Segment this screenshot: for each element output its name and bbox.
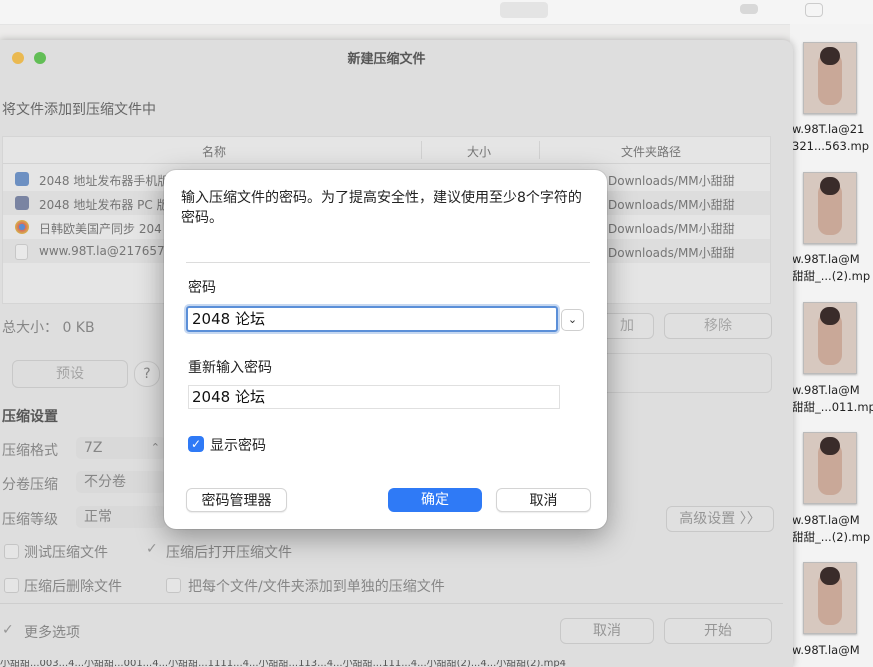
- desktop-file-strip: 小甜甜...003...4...小甜甜...001...4...小甜甜...11…: [0, 660, 567, 667]
- desktop-file-label[interactable]: w.98T.la@21 321...563.mp: [792, 121, 873, 155]
- menu-bar: [0, 0, 873, 25]
- desktop-file-label[interactable]: w.98T.la@M 甜甜_...(2).mp: [792, 512, 873, 546]
- video-thumbnail[interactable]: [803, 172, 857, 244]
- video-thumbnail[interactable]: [803, 562, 857, 634]
- show-password-label[interactable]: 显示密码: [210, 435, 266, 455]
- password-label: 密码: [188, 280, 216, 296]
- video-thumbnail[interactable]: [803, 42, 857, 114]
- dialog-message: 输入压缩文件的密码。为了提高安全性，建议使用至少8个字符的密码。: [181, 190, 582, 226]
- desktop-file-label[interactable]: w.98T.la@M 甜甜_...(2).mp: [792, 251, 873, 285]
- desktop-file-label[interactable]: w.98T.la@M 甜甜_...011.mp: [792, 382, 873, 416]
- password-manager-button[interactable]: 密码管理器: [186, 488, 287, 512]
- chevron-down-icon[interactable]: ⌄: [561, 309, 584, 331]
- share-icon[interactable]: [805, 3, 823, 17]
- show-password-checkbox[interactable]: ✓: [188, 436, 204, 452]
- video-thumbnail[interactable]: [803, 432, 857, 504]
- grid-view-icon[interactable]: [740, 4, 758, 14]
- password-dialog: 输入压缩文件的密码。为了提高安全性，建议使用至少8个字符的密码。 密码 2048…: [164, 170, 607, 529]
- desktop-file-column: w.98T.la@21 321...563.mp w.98T.la@M 甜甜_...…: [790, 24, 873, 667]
- desktop-file-label[interactable]: w.98T.la@M: [792, 642, 873, 659]
- video-thumbnail[interactable]: [803, 302, 857, 374]
- password-input[interactable]: 2048 论坛: [186, 306, 558, 332]
- dialog-cancel-button[interactable]: 取消: [496, 488, 591, 512]
- toolbar-button[interactable]: [500, 2, 548, 18]
- reenter-password-label: 重新输入密码: [188, 360, 272, 376]
- reenter-password-input[interactable]: 2048 论坛: [188, 385, 560, 409]
- dialog-divider: [186, 262, 590, 263]
- ok-button[interactable]: 确定: [388, 488, 482, 512]
